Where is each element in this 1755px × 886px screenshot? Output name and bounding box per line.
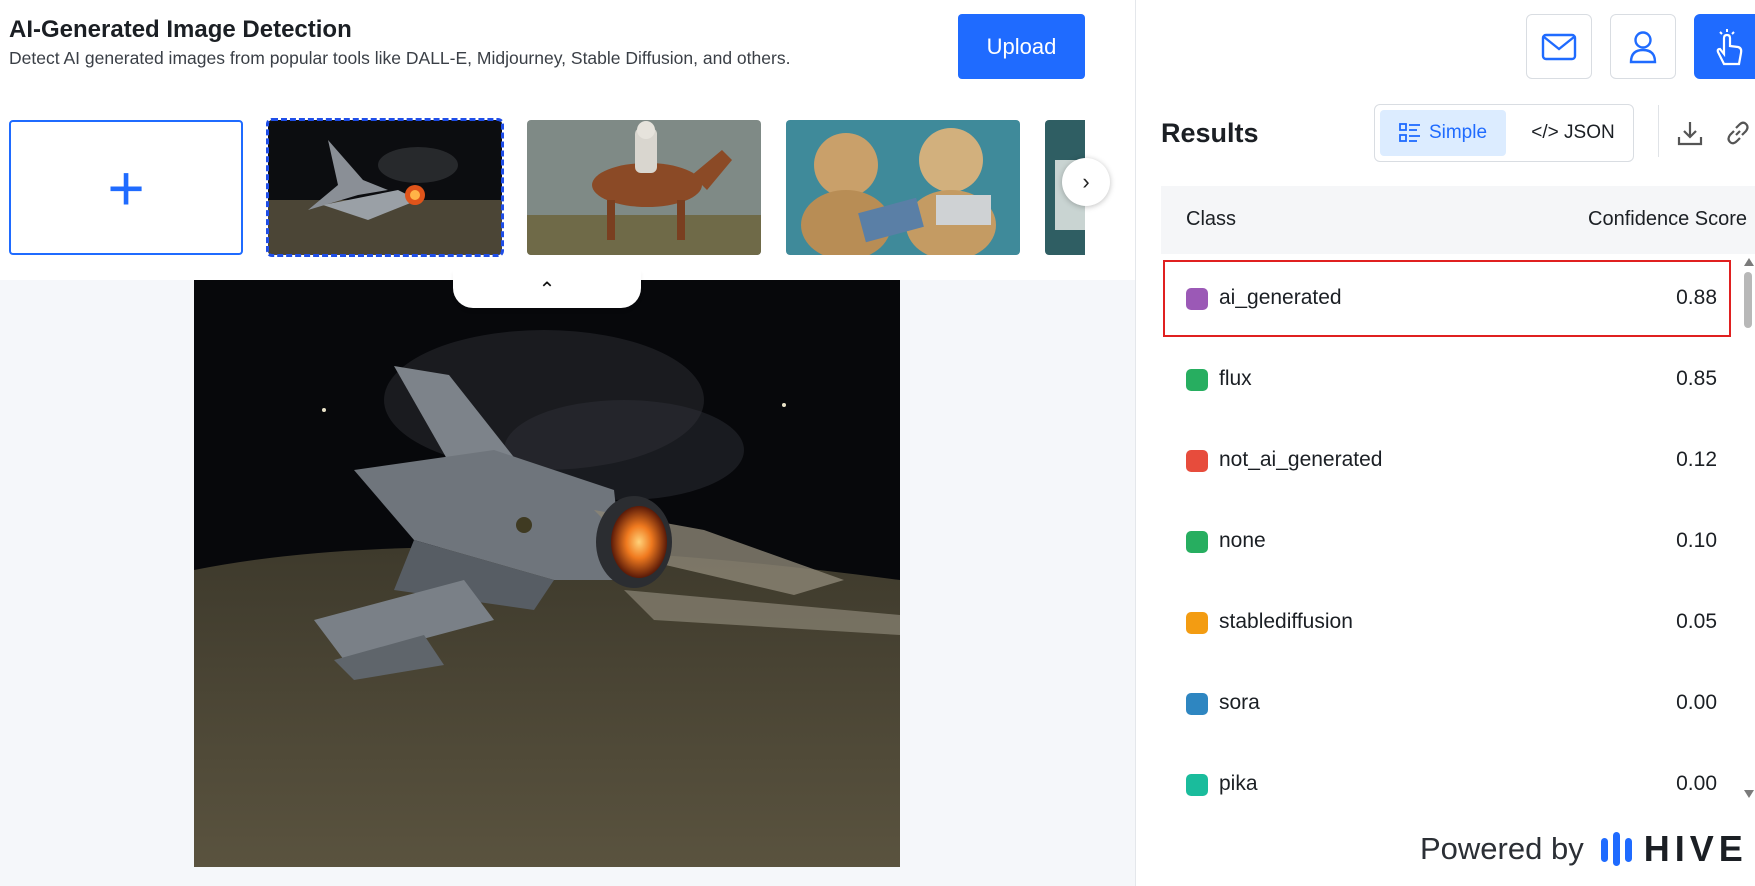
result-row[interactable]: flux 0.85 bbox=[1161, 339, 1733, 420]
column-confidence: Confidence Score bbox=[1588, 208, 1747, 230]
class-color-swatch bbox=[1186, 693, 1208, 715]
confidence-score: 0.85 bbox=[1676, 367, 1717, 390]
class-label: none bbox=[1219, 529, 1266, 552]
hive-logo-icon bbox=[1600, 832, 1632, 866]
column-class: Class bbox=[1186, 208, 1237, 230]
class-label: ai_generated bbox=[1219, 286, 1342, 309]
next-thumbnails-button[interactable]: › bbox=[1062, 158, 1110, 206]
scroll-down-arrow[interactable] bbox=[1744, 790, 1754, 798]
class-color-swatch bbox=[1186, 531, 1208, 553]
scroll-up-arrow[interactable] bbox=[1744, 258, 1754, 266]
scroll-thumb[interactable] bbox=[1744, 272, 1752, 328]
user-icon bbox=[1629, 30, 1657, 63]
confidence-score: 0.00 bbox=[1676, 691, 1717, 714]
add-image-tile[interactable]: + bbox=[9, 120, 243, 255]
class-color-swatch bbox=[1186, 450, 1208, 472]
download-icon[interactable] bbox=[1675, 118, 1705, 148]
results-heading: Results bbox=[1161, 118, 1259, 148]
mail-icon bbox=[1541, 33, 1577, 60]
class-color-swatch bbox=[1186, 369, 1208, 391]
account-button[interactable] bbox=[1610, 14, 1676, 79]
class-color-swatch bbox=[1186, 774, 1208, 796]
class-label: flux bbox=[1219, 367, 1252, 390]
toolbar-divider bbox=[1658, 105, 1659, 157]
link-icon[interactable] bbox=[1723, 118, 1753, 148]
result-row[interactable]: ai_generated 0.88 bbox=[1161, 258, 1733, 339]
view-toggle: Simple </> JSON bbox=[1374, 104, 1634, 162]
page-subtitle: Detect AI generated images from popular … bbox=[9, 48, 791, 68]
list-icon bbox=[1399, 123, 1420, 142]
preview-image bbox=[194, 280, 900, 867]
plus-icon: + bbox=[107, 151, 145, 224]
contact-button[interactable] bbox=[1526, 14, 1592, 79]
chevron-up-icon: ⌃ bbox=[538, 278, 556, 301]
thumbnail-horse[interactable] bbox=[527, 120, 761, 255]
confidence-score: 0.88 bbox=[1676, 286, 1717, 309]
class-label: not_ai_generated bbox=[1219, 448, 1383, 471]
view-json-tab[interactable]: </> JSON bbox=[1515, 110, 1631, 156]
touch-icon bbox=[1716, 28, 1743, 65]
results-pane: Results Simple </> JSON Class Confidence… bbox=[1136, 0, 1755, 886]
powered-by-footer: Powered by HIVE bbox=[1420, 828, 1748, 870]
result-row[interactable]: sora 0.00 bbox=[1161, 663, 1733, 744]
view-simple-label: Simple bbox=[1428, 122, 1488, 143]
confidence-score: 0.00 bbox=[1676, 772, 1717, 795]
confidence-score: 0.12 bbox=[1676, 448, 1717, 471]
powered-by-text: Powered by bbox=[1420, 831, 1584, 866]
upload-button[interactable]: Upload bbox=[958, 14, 1085, 79]
result-row[interactable]: not_ai_generated 0.12 bbox=[1161, 420, 1733, 501]
class-label: sora bbox=[1219, 691, 1260, 714]
thumbnail-teddy-bears[interactable] bbox=[786, 120, 1020, 255]
hive-logo: HIVE bbox=[1600, 828, 1748, 870]
result-row[interactable]: pika 0.00 bbox=[1161, 744, 1733, 825]
hive-wordmark: HIVE bbox=[1643, 828, 1748, 869]
demo-button[interactable] bbox=[1694, 14, 1755, 79]
results-scrollbar[interactable] bbox=[1741, 258, 1755, 798]
thumbnail-jet[interactable] bbox=[266, 118, 504, 257]
result-row[interactable]: stablediffusion 0.05 bbox=[1161, 582, 1733, 663]
confidence-score: 0.10 bbox=[1676, 529, 1717, 552]
confidence-score: 0.05 bbox=[1676, 610, 1717, 633]
collapse-gallery-button[interactable]: ⌃ bbox=[453, 270, 641, 308]
class-color-swatch bbox=[1186, 288, 1208, 310]
page-title: AI-Generated Image Detection bbox=[9, 16, 352, 43]
detection-pane: AI-Generated Image Detection Detect AI g… bbox=[0, 0, 1135, 886]
chevron-right-icon: › bbox=[1082, 169, 1090, 194]
class-label: pika bbox=[1219, 772, 1258, 795]
class-label: stablediffusion bbox=[1219, 610, 1353, 633]
class-color-swatch bbox=[1186, 612, 1208, 634]
result-row[interactable]: none 0.10 bbox=[1161, 501, 1733, 582]
results-table-header: Class Confidence Score bbox=[1161, 186, 1755, 254]
header-bar: AI-Generated Image Detection Detect AI g… bbox=[0, 0, 1135, 280]
view-simple-tab[interactable]: Simple bbox=[1380, 110, 1506, 156]
